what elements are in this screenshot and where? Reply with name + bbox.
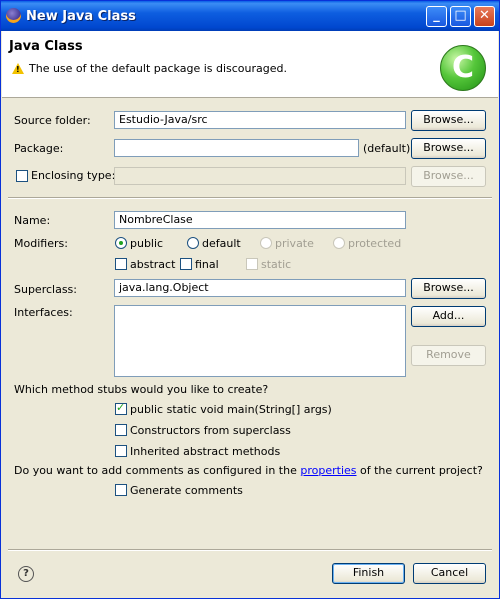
finish-button[interactable]: Finish xyxy=(332,563,405,584)
package-field[interactable] xyxy=(114,139,359,157)
new-java-class-dialog: New Java Class _ □ ✕ Java Class ! The us… xyxy=(0,0,500,599)
enclosing-type-browse-button[interactable]: Browse... xyxy=(411,166,486,187)
minimize-button[interactable]: _ xyxy=(426,6,447,27)
static-label: static xyxy=(261,258,292,271)
title-bar: New Java Class _ □ ✕ xyxy=(1,1,499,31)
eclipse-icon xyxy=(6,8,21,23)
new-class-icon: C xyxy=(440,45,486,91)
stubs-question: Which method stubs would you like to cre… xyxy=(14,383,269,396)
package-default-label: (default) xyxy=(363,142,411,155)
final-label: final xyxy=(195,258,219,271)
abstract-checkbox[interactable] xyxy=(115,258,127,270)
superclass-browse-button[interactable]: Browse... xyxy=(411,278,486,299)
static-checkbox[interactable] xyxy=(246,258,258,270)
name-field[interactable]: NombreClase xyxy=(114,211,406,229)
name-label: Name: xyxy=(14,214,51,227)
private-radio[interactable] xyxy=(260,237,272,249)
add-interface-button[interactable]: Add... xyxy=(411,306,486,327)
interfaces-list[interactable] xyxy=(114,305,406,377)
inherited-abstract-checkbox[interactable] xyxy=(115,445,127,457)
enclosing-type-checkbox[interactable] xyxy=(16,170,28,182)
wizard-header: Java Class ! The use of the default pack… xyxy=(2,31,498,98)
superclass-field[interactable]: java.lang.Object xyxy=(114,279,406,297)
default-radio[interactable] xyxy=(187,237,199,249)
constructors-checkbox[interactable] xyxy=(115,424,127,436)
maximize-button[interactable]: □ xyxy=(450,6,471,27)
separator xyxy=(8,197,492,199)
main-method-checkbox[interactable] xyxy=(115,401,127,415)
warning-message: The use of the default package is discou… xyxy=(29,62,288,75)
private-label: private xyxy=(275,237,314,250)
close-button[interactable]: ✕ xyxy=(474,6,495,27)
generate-comments-label: Generate comments xyxy=(130,484,243,497)
public-radio[interactable] xyxy=(115,237,127,249)
superclass-label: Superclass: xyxy=(14,283,77,296)
remove-interface-button[interactable]: Remove xyxy=(411,345,486,366)
public-label: public xyxy=(130,237,164,250)
protected-label: protected xyxy=(348,237,402,250)
package-label: Package: xyxy=(14,142,64,155)
window-title: New Java Class xyxy=(26,9,136,24)
footer-separator xyxy=(8,549,492,551)
comments-question: Do you want to add comments as configure… xyxy=(14,464,483,477)
default-label: default xyxy=(202,237,241,250)
main-method-label: public static void main(String[] args) xyxy=(130,403,332,416)
source-folder-label: Source folder: xyxy=(14,114,91,127)
constructors-label: Constructors from superclass xyxy=(130,424,291,437)
inherited-abstract-label: Inherited abstract methods xyxy=(130,445,281,458)
modifiers-label: Modifiers: xyxy=(14,237,68,250)
cancel-button[interactable]: Cancel xyxy=(413,563,486,584)
interfaces-label: Interfaces: xyxy=(14,306,73,319)
generate-comments-checkbox[interactable] xyxy=(115,484,127,496)
final-checkbox[interactable] xyxy=(180,258,192,270)
help-icon[interactable]: ? xyxy=(18,566,34,582)
package-browse-button[interactable]: Browse... xyxy=(411,138,486,159)
properties-link[interactable]: properties xyxy=(300,464,356,477)
source-folder-browse-button[interactable]: Browse... xyxy=(411,110,486,131)
warning-icon: ! xyxy=(12,63,24,74)
protected-radio[interactable] xyxy=(333,237,345,249)
source-folder-field[interactable]: Estudio-Java/src xyxy=(114,111,406,129)
enclosing-type-field[interactable] xyxy=(114,167,406,185)
page-title: Java Class xyxy=(9,39,83,54)
abstract-label: abstract xyxy=(130,258,176,271)
enclosing-type-label: Enclosing type: xyxy=(31,169,116,182)
